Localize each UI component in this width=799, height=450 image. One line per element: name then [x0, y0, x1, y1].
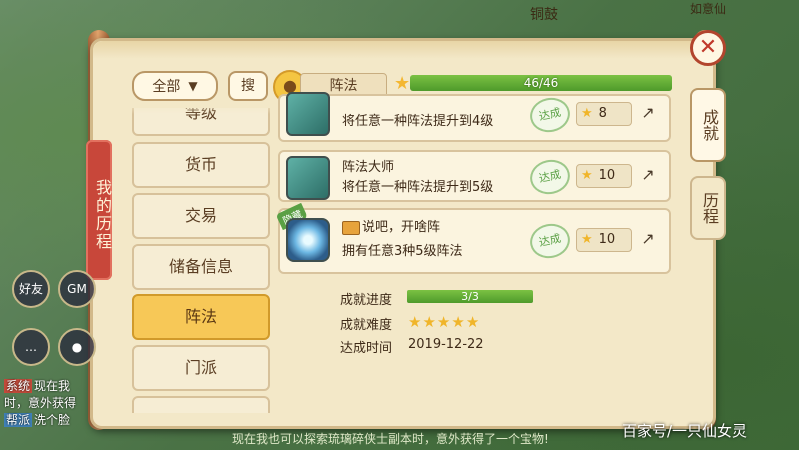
chest-icon	[342, 220, 360, 235]
sidebar-item-reserve[interactable]: 储备信息	[132, 244, 270, 290]
achievement-desc: 拥有任意3种5级阵法	[342, 244, 463, 259]
orb-icon	[286, 218, 330, 262]
achievement-name-text: 说吧，开啥阵	[362, 220, 441, 235]
close-button[interactable]: ✕	[690, 30, 726, 66]
ribbon-my-journey: 我的历程	[86, 140, 112, 280]
map-location-label-2: 如意仙	[690, 2, 727, 16]
map-location-label: 铜鼓	[530, 7, 558, 23]
share-icon[interactable]: ↗	[636, 164, 660, 186]
star-icon: ★	[581, 232, 593, 247]
detail-progress-bar: 3/3	[407, 290, 533, 303]
chat-line: 时，意外获得	[4, 395, 94, 412]
formation-icon	[286, 156, 330, 200]
achieved-badge: 达成	[526, 156, 574, 198]
chevron-down-icon: ▼	[188, 79, 198, 93]
detail-progress-text: 3/3	[461, 290, 479, 303]
achievement-row[interactable]: 将任意一种阵法提升到4级 达成 ★ 8 ↗	[278, 92, 671, 142]
star-icon: ★	[581, 106, 593, 121]
filter-value: 全部	[152, 79, 181, 95]
sidebar-item-trade[interactable]: 交易	[132, 193, 270, 239]
difficulty-star-icon: ★	[465, 313, 481, 331]
star-icon: ★	[581, 168, 593, 183]
achievement-row[interactable]: 阵法大师 将任意一种阵法提升到5级 达成 ★ 10 ↗	[278, 150, 671, 202]
chat-text: 现在我	[34, 379, 71, 393]
achieved-badge: 达成	[526, 94, 574, 136]
formation-icon	[286, 92, 330, 136]
star-icon: ★	[394, 73, 411, 94]
filter-dropdown[interactable]: 全部 ▼	[132, 71, 218, 101]
watermark: 百家号/一只仙女灵	[622, 422, 748, 440]
chat-log: 系统 现在我 时，意外获得 帮派 洗个脸	[4, 378, 94, 429]
progress-label: 成就进度	[340, 293, 393, 308]
total-progress-bar: 46/46	[410, 75, 672, 91]
search-button[interactable]: 搜	[228, 71, 268, 101]
tab-journey[interactable]: 历程	[690, 176, 726, 240]
chat-line: 帮派 洗个脸	[4, 412, 94, 429]
chat-icon[interactable]: …	[12, 328, 50, 366]
category-sidebar: 等级 货币 交易 储备信息 阵法 门派	[132, 108, 270, 413]
achievement-points: ★ 10	[576, 228, 632, 252]
gm-label: GM	[67, 282, 87, 296]
friends-label: 好友	[18, 282, 43, 296]
achievement-desc: 将任意一种阵法提升到4级	[342, 114, 494, 129]
friends-button[interactable]: 好友	[12, 270, 50, 308]
chat-text: 时，意外获得	[4, 396, 77, 410]
sidebar-fade	[132, 102, 270, 114]
difficulty-star-icon: ★	[451, 313, 466, 331]
sidebar-item-school[interactable]: 门派	[132, 345, 270, 391]
share-icon[interactable]: ↗	[636, 228, 660, 250]
achievement-points: ★ 10	[576, 164, 632, 188]
share-icon[interactable]: ↗	[636, 102, 660, 124]
achievement-row-selected[interactable]: 隐藏 说吧，开啥阵 拥有任意3种5级阵法 达成 ★10 ↗	[275, 202, 671, 274]
achievement-name: 阵法大师	[342, 160, 395, 175]
points-value: 8	[598, 106, 607, 121]
achievement-name: 说吧，开啥阵	[342, 216, 440, 235]
time-label: 达成时间	[340, 341, 393, 356]
difficulty-star-icon: ★	[436, 313, 452, 331]
chat-tag: 帮派	[4, 413, 33, 427]
time-value: 2019-12-22	[408, 337, 484, 352]
chat-text: 洗个脸	[34, 413, 71, 427]
system-broadcast: 现在我也可以探索琉璃碎侠士副本时，意外获得了一个宝物!	[232, 432, 549, 446]
gm-button[interactable]: GM	[58, 270, 96, 308]
achieved-badge: 达成	[526, 220, 574, 262]
achievement-points: ★ 8	[576, 102, 632, 126]
difficulty-stars: ★★★★★	[408, 313, 480, 331]
difficulty-star-icon: ★	[408, 313, 423, 331]
difficulty-label: 成就难度	[340, 318, 393, 333]
tab-achievements[interactable]: 成就	[690, 88, 726, 162]
achievement-list: 将任意一种阵法提升到4级 达成 ★ 8 ↗ 阵法大师 将任意一种阵法提升到5级 达…	[275, 92, 671, 410]
sidebar-item-formation[interactable]: 阵法	[132, 294, 270, 340]
sidebar-item-currency[interactable]: 货币	[132, 142, 270, 188]
points-value: 10	[598, 232, 616, 247]
microphone-icon[interactable]: ●	[58, 328, 96, 366]
chat-line: 系统 现在我	[4, 378, 94, 395]
sidebar-item-more[interactable]	[132, 396, 270, 413]
chat-tag: 系统	[4, 379, 33, 393]
points-value: 10	[598, 168, 616, 183]
achievement-desc: 将任意一种阵法提升到5级	[342, 180, 494, 195]
total-progress-text: 46/46	[523, 76, 559, 90]
difficulty-star-icon: ★	[422, 313, 437, 331]
